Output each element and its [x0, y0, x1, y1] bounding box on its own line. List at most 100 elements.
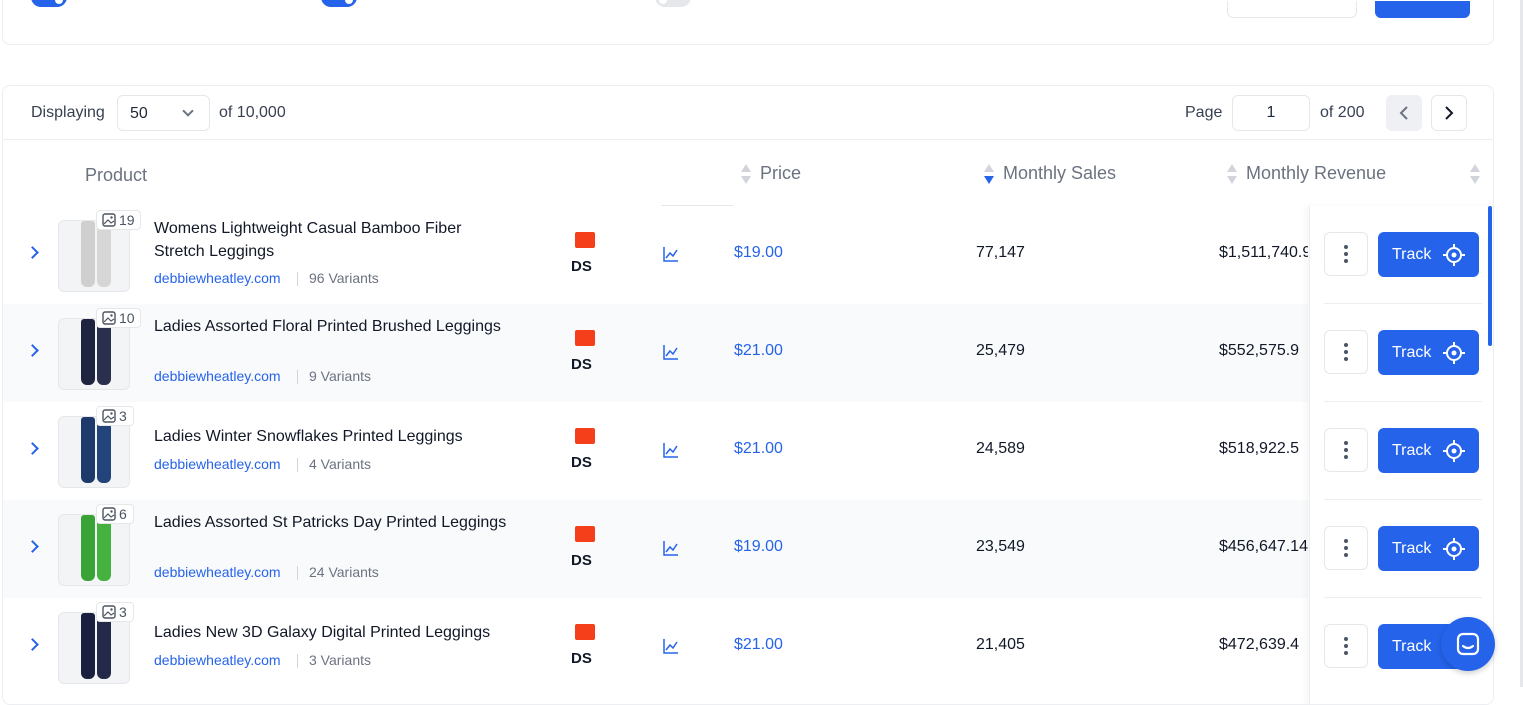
price-value: $19.00 [734, 244, 783, 261]
variants-count: 3 Variants [309, 652, 371, 668]
variants-count: 24 Variants [309, 564, 379, 580]
results-table-card: Displaying 50 of 10,000 Page 1 of 200 Pr… [2, 85, 1494, 705]
sort-next-column-icon[interactable] [1470, 164, 1480, 184]
price-value: $21.00 [734, 636, 783, 653]
price-value: $21.00 [734, 440, 783, 457]
search-button[interactable] [1375, 1, 1470, 18]
track-button[interactable]: Track [1378, 232, 1479, 277]
track-button[interactable]: Track [1378, 428, 1479, 473]
displaying-label: Displaying [31, 104, 105, 121]
store-link[interactable]: debbiewheatley.com [154, 456, 281, 472]
product-name[interactable]: Ladies Assorted Floral Printed Brushed L… [154, 315, 514, 338]
ds-badge: DS [571, 650, 592, 667]
expand-chevron-icon[interactable] [26, 540, 39, 553]
track-button[interactable]: Track [1378, 526, 1479, 571]
price-value: $21.00 [734, 342, 783, 359]
product-thumbnail[interactable] [58, 318, 130, 390]
image-icon [102, 507, 116, 521]
monthly-sales-value: 24,589 [976, 440, 1025, 457]
variants-count: 9 Variants [309, 368, 371, 384]
kebab-menu-icon[interactable] [1324, 232, 1368, 276]
variants-count: 4 Variants [309, 456, 371, 472]
product-name[interactable]: Ladies Assorted St Patricks Day Printed … [154, 511, 514, 534]
trend-chart-icon[interactable] [663, 540, 679, 556]
ds-badge: DS [571, 454, 592, 471]
aliexpress-icon [575, 330, 595, 346]
monthly-sales-value: 25,479 [976, 342, 1025, 359]
page-label: Page [1185, 104, 1223, 121]
product-thumbnail[interactable] [58, 416, 130, 488]
total-count: of 10,000 [219, 104, 286, 121]
table-row[interactable]: 19 Womens Lightweight Casual Bamboo Fibe… [3, 206, 1308, 304]
product-name[interactable]: Ladies New 3D Galaxy Digital Printed Leg… [154, 621, 514, 644]
expand-chevron-icon[interactable] [26, 344, 39, 357]
monthly-revenue-value: $456,647.14 [1219, 538, 1308, 555]
page-number-input[interactable]: 1 [1232, 95, 1310, 131]
monthly-sales-value: 23,549 [976, 538, 1025, 555]
row-actions: Track [1310, 304, 1493, 402]
column-header-monthly-sales[interactable]: Monthly Sales [1003, 163, 1116, 184]
table-row[interactable]: 3 Ladies Winter Snowflakes Printed Leggi… [3, 402, 1308, 500]
product-name[interactable]: Womens Lightweight Casual Bamboo Fiber S… [154, 217, 514, 263]
table-row[interactable]: 6 Ladies Assorted St Patricks Day Printe… [3, 500, 1308, 598]
column-header-price[interactable]: Price [760, 163, 801, 184]
trend-chart-icon[interactable] [663, 344, 679, 360]
expand-chevron-icon[interactable] [26, 638, 39, 651]
image-count-badge: 6 [96, 504, 134, 524]
chevron-down-icon [182, 105, 194, 117]
kebab-menu-icon[interactable] [1324, 526, 1368, 570]
trend-chart-icon[interactable] [663, 638, 679, 654]
monthly-revenue-value: $518,922.5 [1219, 440, 1300, 457]
sort-monthly-sales-icon[interactable] [984, 164, 994, 184]
table-row[interactable]: 10 Ladies Assorted Floral Printed Brushe… [3, 304, 1308, 402]
filter-toggle-3[interactable] [655, 0, 691, 7]
row-actions: Track [1310, 500, 1493, 598]
ds-badge: DS [571, 258, 592, 275]
kebab-menu-icon[interactable] [1324, 428, 1368, 472]
product-thumbnail[interactable] [58, 612, 130, 684]
store-link[interactable]: debbiewheatley.com [154, 368, 281, 384]
aliexpress-icon [575, 232, 595, 248]
track-button[interactable]: Track [1378, 330, 1479, 375]
chat-icon [1456, 632, 1480, 656]
image-icon [102, 213, 116, 227]
chat-launcher-button[interactable] [1441, 617, 1495, 671]
trend-chart-icon[interactable] [663, 246, 679, 262]
store-link[interactable]: debbiewheatley.com [154, 564, 281, 580]
filter-toggle-1[interactable] [31, 0, 67, 7]
trend-chart-icon[interactable] [663, 442, 679, 458]
total-pages: of 200 [1320, 104, 1365, 121]
variants-count: 96 Variants [309, 270, 379, 286]
prev-page-button[interactable] [1386, 95, 1422, 131]
sort-price-icon[interactable] [741, 164, 751, 184]
store-link[interactable]: debbiewheatley.com [154, 652, 281, 668]
kebab-menu-icon[interactable] [1324, 624, 1368, 668]
store-link[interactable]: debbiewheatley.com [154, 270, 281, 286]
aliexpress-icon [575, 624, 595, 640]
target-icon [1443, 439, 1466, 462]
sort-monthly-revenue-icon[interactable] [1227, 164, 1237, 184]
column-header-monthly-revenue[interactable]: Monthly Revenue [1246, 163, 1386, 184]
image-count-badge: 3 [96, 406, 134, 426]
aliexpress-icon [575, 428, 595, 444]
kebab-menu-icon[interactable] [1324, 330, 1368, 374]
vertical-scrollbar[interactable] [1488, 206, 1492, 346]
product-thumbnail[interactable] [58, 220, 130, 292]
monthly-revenue-value: $472,639.4 [1219, 636, 1300, 653]
product-name[interactable]: Ladies Winter Snowflakes Printed Legging… [154, 425, 514, 448]
image-count-badge: 19 [96, 210, 141, 230]
expand-chevron-icon[interactable] [26, 246, 39, 259]
chevron-left-icon [1399, 106, 1408, 120]
pagination-bar: Displaying 50 of 10,000 Page 1 of 200 [3, 86, 1493, 140]
per-page-value: 50 [130, 105, 148, 122]
ds-badge: DS [571, 356, 592, 373]
filter-toggle-2[interactable] [321, 0, 357, 7]
filter-input[interactable] [1227, 1, 1357, 18]
per-page-select[interactable]: 50 [117, 95, 210, 131]
table-row[interactable]: 3 Ladies New 3D Galaxy Digital Printed L… [3, 598, 1308, 696]
next-page-button[interactable] [1431, 95, 1467, 131]
aliexpress-icon [575, 526, 595, 542]
image-icon [102, 605, 116, 619]
product-thumbnail[interactable] [58, 514, 130, 586]
expand-chevron-icon[interactable] [26, 442, 39, 455]
